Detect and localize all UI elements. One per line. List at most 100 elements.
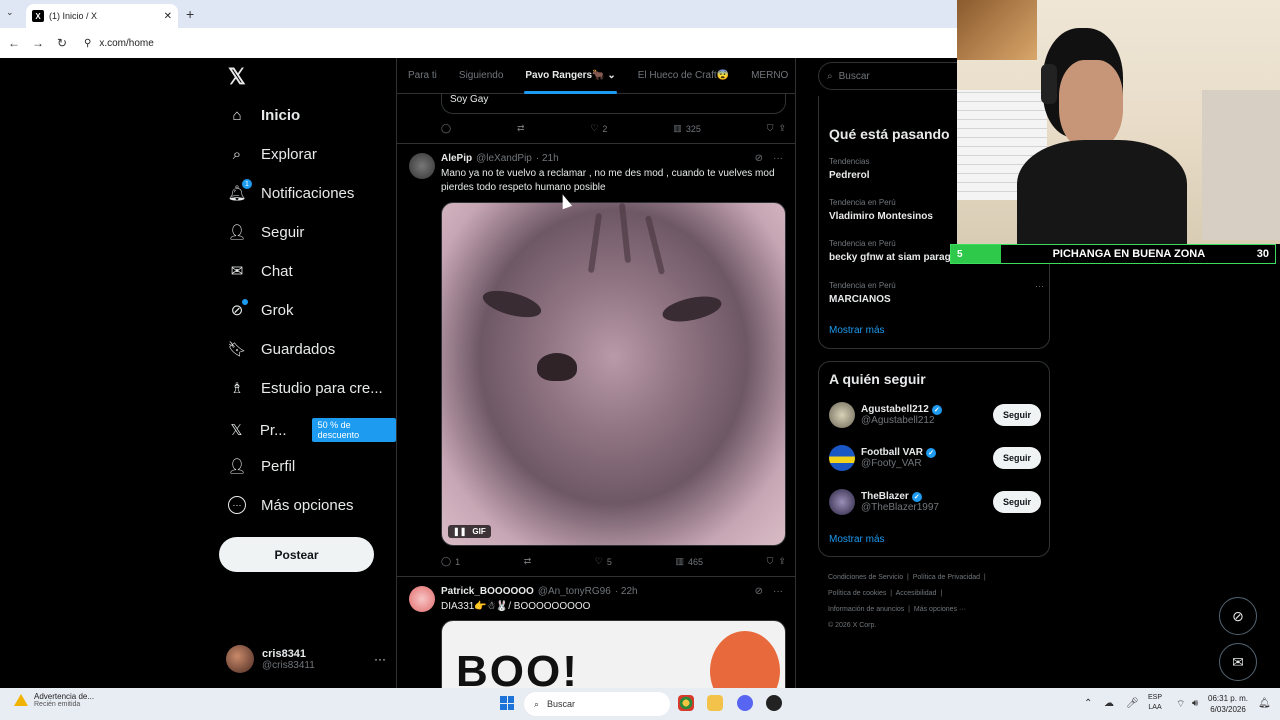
footer-link[interactable]: Información de anuncios — [828, 606, 904, 613]
footer-link[interactable]: Condiciones de Servicio — [828, 574, 903, 581]
show-more-link[interactable]: Mostrar más — [829, 534, 885, 545]
trend-item[interactable]: Tendencia en Perú MARCIANOS ··· — [829, 281, 1044, 305]
follow-button[interactable]: Seguir — [992, 491, 1041, 513]
retweet-icon[interactable]: ⇄ — [517, 123, 525, 134]
forward-button[interactable]: → — [26, 36, 50, 50]
nav-item-guardados[interactable]: 🔖︎ Guardados — [227, 340, 335, 359]
nav-item-seguir[interactable]: 👤︎ Seguir — [227, 223, 304, 242]
nav-item-premium[interactable]: 𝕏 Pr... 50 % de descuento — [228, 418, 396, 442]
nav-item-inicio[interactable]: ⌂ Inicio — [228, 106, 300, 124]
language-indicator[interactable]: ESP LAA — [1148, 693, 1162, 713]
post-button[interactable]: Postear — [219, 537, 374, 572]
notifications-icon[interactable]: 🔔︎ — [1258, 698, 1271, 709]
chevron-up-icon[interactable]: ⌃ — [1084, 698, 1092, 709]
tab-para-ti[interactable]: Para ti — [397, 70, 448, 81]
bookmark-share[interactable]: ⛉ ⇪ — [767, 556, 786, 567]
gif-media[interactable]: ❚❚ GIF — [441, 202, 786, 546]
more-icon[interactable]: ··· — [773, 586, 783, 597]
discord-icon[interactable] — [737, 695, 753, 711]
who-to-follow-card: A quién seguir Agustabell212 ✓ @Agustabell… — [818, 361, 1050, 557]
nav-item-estudio[interactable]: ♗ Estudio para cre... — [228, 379, 382, 398]
more-icon[interactable]: ··· — [773, 153, 783, 164]
warning-title: Advertencia de... — [34, 692, 95, 701]
post-menu: ⊘ ··· — [755, 153, 783, 164]
footer-link[interactable]: Accesibilidad — [896, 590, 937, 597]
lang-layout: LAA — [1148, 704, 1162, 711]
clock[interactable]: 06:31 p. m. 6/03/2026 — [1208, 693, 1248, 715]
post-media[interactable]: BOO! — [441, 620, 786, 688]
footer-link[interactable]: Política de Privacidad — [913, 574, 980, 581]
footer-link[interactable]: Política de cookies — [828, 590, 886, 597]
grok-icon[interactable]: ⊘ — [755, 153, 763, 164]
follow-suggestion[interactable]: TheBlazer ✓ @TheBlazer1997 Seguir — [829, 486, 1041, 518]
microphone-icon[interactable]: 🎤︎ — [1126, 698, 1139, 709]
bell-icon: 🔔︎ 1 — [227, 179, 252, 202]
follow-handle: @Agustabell212 — [861, 415, 935, 426]
author-handle[interactable]: @leXandPip — [476, 153, 532, 164]
post-time[interactable]: · 22h — [615, 586, 638, 597]
show-more-link[interactable]: Mostrar más — [829, 325, 885, 336]
nav-item-notificaciones[interactable]: 🔔︎ 1 Notificaciones — [227, 179, 354, 202]
footer-link[interactable]: Más opciones ··· — [914, 606, 966, 613]
url-field[interactable]: ⚲ x.com/home — [84, 38, 154, 49]
tab-siguiendo[interactable]: Siguiendo — [448, 70, 514, 81]
tab-search-button[interactable]: ⌄ — [6, 7, 14, 18]
follow-button[interactable]: Seguir — [992, 404, 1041, 426]
follow-button[interactable]: Seguir — [992, 447, 1041, 469]
patrick-shape — [710, 631, 780, 688]
obs-icon[interactable] — [766, 695, 782, 711]
grok-icon[interactable]: ⊘ — [755, 586, 763, 597]
taskbar-search[interactable]: ⌕ Buscar — [524, 692, 670, 716]
search-input[interactable]: ⌕ Buscar — [818, 62, 958, 90]
file-explorer-icon[interactable] — [707, 695, 723, 711]
windows-start-icon[interactable] — [500, 696, 514, 710]
more-icon[interactable]: ··· — [374, 652, 386, 666]
quoted-post[interactable]: Soy Gay — [441, 94, 786, 114]
wifi-icon[interactable]: ⌔ — [1176, 698, 1185, 711]
follow-handle: @TheBlazer1997 — [861, 502, 939, 513]
like-button[interactable]: ♡ 5 — [595, 556, 612, 567]
nav-item-chat[interactable]: ✉ Chat — [228, 262, 293, 281]
views-button[interactable]: ▥ 325 — [673, 123, 701, 134]
nav-item-perfil[interactable]: 👤︎ Perfil — [227, 457, 295, 476]
post-time[interactable]: · 21h — [536, 153, 559, 164]
close-tab-icon[interactable]: ✕ — [164, 11, 172, 22]
reload-button[interactable]: ↻ — [50, 36, 74, 50]
trend-more-icon[interactable]: ··· — [1035, 281, 1044, 291]
tab-merno[interactable]: MERNO — [740, 70, 795, 81]
tab-pavo-rangers[interactable]: Pavo Rangers🐂 ⌄ — [514, 70, 626, 94]
warning-notification[interactable]: Advertencia de... Recién emitida — [14, 692, 94, 708]
views-button[interactable]: ▥ 465 — [676, 556, 704, 567]
nav-item-grok[interactable]: ⊘ Grok — [228, 299, 294, 319]
chrome-icon[interactable] — [678, 695, 694, 711]
account-switcher[interactable]: cris8341 @cris83411 ··· — [226, 644, 386, 674]
avatar[interactable] — [409, 153, 435, 179]
reply-icon[interactable]: ◯ — [441, 123, 451, 134]
author-name[interactable]: Patrick_BOOOOOO — [441, 586, 534, 597]
new-tab-button[interactable]: + — [186, 6, 194, 22]
tab-el-hueco[interactable]: El Hueco de Craft😨 — [627, 70, 740, 81]
author-handle[interactable]: @An_tonyRG96 — [538, 586, 611, 597]
pause-icon[interactable]: ❚❚ — [453, 527, 466, 536]
avatar[interactable] — [409, 586, 435, 612]
grok-fab-button[interactable]: ⊘ — [1219, 597, 1257, 635]
bookmark-share[interactable]: ⛉ ⇪ — [767, 123, 786, 134]
divider — [397, 143, 795, 144]
author-name[interactable]: AlePip — [441, 153, 472, 164]
reply-button[interactable]: ◯ 1 — [441, 556, 460, 567]
volume-icon[interactable]: 🔊︎ — [1192, 698, 1198, 709]
messages-fab-button[interactable]: ✉ — [1219, 643, 1257, 681]
back-button[interactable]: ← — [2, 36, 26, 50]
media-text: BOO! — [456, 647, 579, 688]
gif-badge[interactable]: ❚❚ GIF — [448, 525, 491, 538]
follow-suggestion[interactable]: Agustabell212 ✓ @Agustabell212 Seguir — [829, 399, 1041, 431]
nav-item-explorar[interactable]: ⌕ Explorar — [228, 145, 317, 163]
like-button[interactable]: ♡ 2 — [590, 123, 607, 134]
network-icon[interactable]: ☁ — [1104, 698, 1114, 709]
retweet-icon[interactable]: ⇄ — [524, 556, 532, 567]
browser-tab[interactable]: X (1) Inicio / X ✕ — [26, 4, 178, 28]
nav-item-mas-opciones[interactable]: ⋯ Más opciones — [228, 496, 354, 514]
follow-suggestion[interactable]: Football VAR ✓ @Footy_VAR Seguir — [829, 442, 1041, 474]
more-circle-icon: ⋯ — [228, 496, 246, 514]
site-settings-icon[interactable]: ⚲ — [84, 38, 91, 49]
